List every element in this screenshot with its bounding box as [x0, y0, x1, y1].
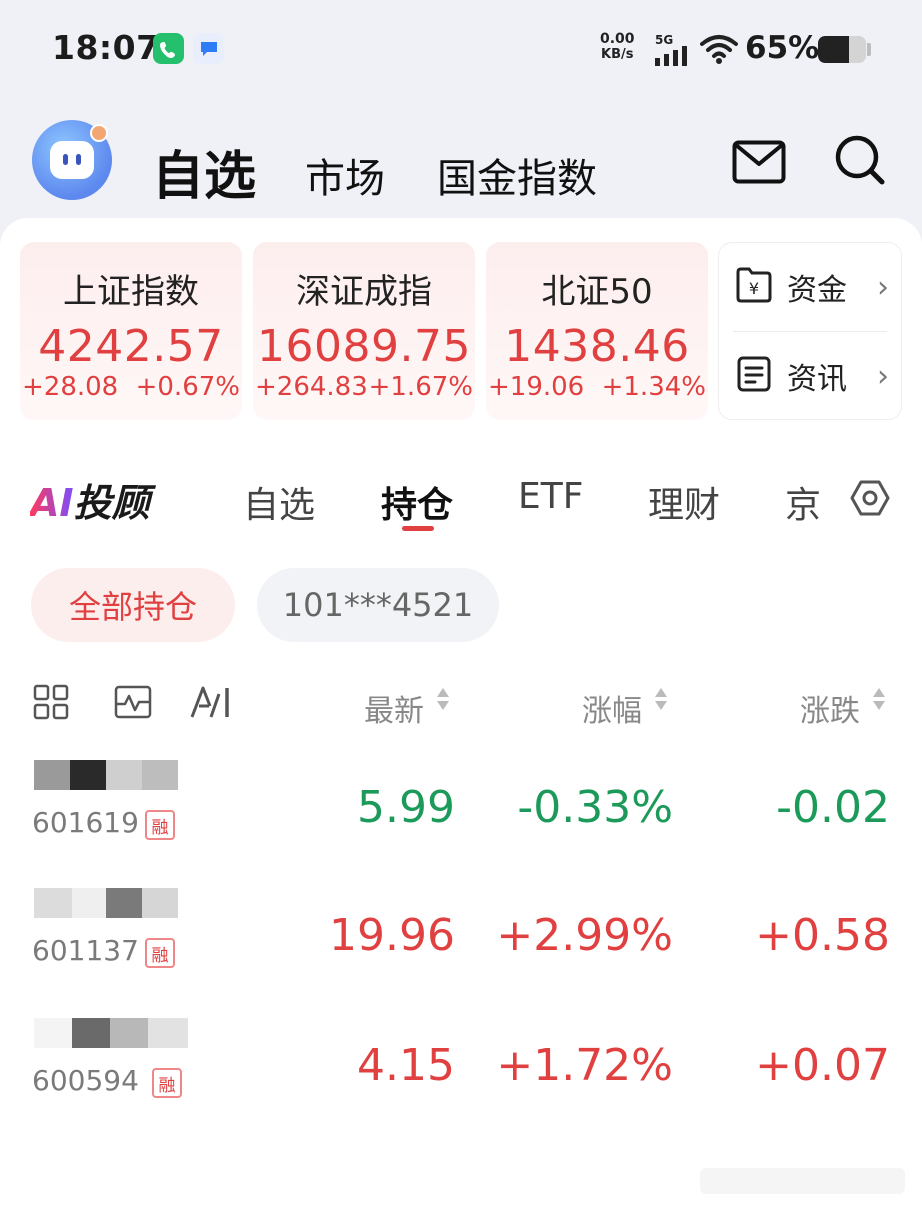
margin-badge: 融 [152, 1068, 182, 1098]
net-speed: 0.00 KB/s [600, 31, 635, 62]
tab-etf[interactable]: ETF [518, 476, 583, 517]
quick-links-card: ¥ 资金 › 资讯 › [718, 242, 902, 420]
app-header: 自选 市场 国金指数 [0, 110, 922, 220]
col-percent[interactable]: 涨幅 [582, 686, 642, 730]
latest-price: 5.99 [357, 782, 455, 833]
tab-zixuan[interactable]: 自选 [243, 476, 315, 528]
table-row[interactable]: 601619 融 5.99 -0.33% -0.02 [0, 760, 922, 880]
ai-advisor-tab[interactable]: AI投顾 [30, 472, 150, 527]
index-change: +264.83 [255, 372, 368, 402]
stock-name-redacted [34, 1018, 194, 1052]
index-card-beizheng50[interactable]: 北证50 1438.46 +19.06 +1.34% [486, 242, 708, 420]
index-change: +28.08 [22, 372, 119, 402]
chevron-right-icon: › [877, 358, 889, 394]
status-bar: 18:07 0.00 KB/s 5G 65% [0, 0, 922, 100]
battery-icon [818, 36, 866, 63]
col-change[interactable]: 涨跌 [800, 686, 860, 730]
index-percent: +1.67% [368, 372, 473, 402]
battery-percent: 65% [745, 30, 820, 66]
change-amount: -0.02 [776, 782, 890, 833]
search-icon[interactable] [834, 134, 886, 190]
stock-code: 601137 [32, 934, 139, 967]
avatar-eye [76, 154, 81, 165]
index-percent: +0.67% [135, 372, 240, 402]
sort-icon[interactable] [873, 688, 885, 710]
settings-hexagon-icon[interactable] [850, 480, 890, 520]
col-latest[interactable]: 最新 [364, 686, 424, 730]
index-value: 1438.46 [504, 321, 690, 372]
message-app-icon [193, 33, 224, 64]
battery-tip [867, 43, 871, 56]
tab-jing[interactable]: 京 [785, 476, 821, 528]
change-amount: +0.07 [755, 1040, 890, 1091]
news-link-label: 资讯 [787, 362, 847, 397]
index-value: 4242.57 [38, 321, 224, 372]
fund-link[interactable]: ¥ 资金 › [719, 243, 903, 331]
avatar[interactable] [32, 120, 112, 200]
mail-icon[interactable] [732, 140, 786, 188]
wifi-icon [700, 33, 738, 69]
avatar-face [50, 141, 94, 179]
fund-link-label: 资金 [787, 273, 847, 308]
fund-icon: ¥ [735, 266, 773, 308]
chevron-right-icon: › [877, 269, 889, 305]
news-icon [735, 355, 773, 397]
index-name: 北证50 [541, 272, 653, 312]
index-value: 16089.75 [257, 321, 471, 372]
ai-logo-text: 投顾 [73, 481, 150, 525]
tab-chicang[interactable]: 持仓 [381, 476, 453, 528]
stock-name-redacted [34, 760, 194, 794]
active-tab-indicator [402, 526, 434, 531]
nav-tab-guojin-index[interactable]: 国金指数 [437, 146, 597, 204]
sort-icon[interactable] [655, 688, 667, 710]
chart-view-icon[interactable] [114, 684, 152, 724]
index-card-shenzhen[interactable]: 深证成指 16089.75 +264.83 +1.67% [253, 242, 475, 420]
news-link[interactable]: 资讯 › [719, 332, 903, 420]
ai-logo-mark: AI [30, 481, 74, 525]
table-header: 最新 涨幅 涨跌 [0, 682, 922, 729]
tab-licai[interactable]: 理财 [648, 476, 720, 528]
phone-app-icon [153, 33, 184, 64]
index-name: 上证指数 [63, 272, 199, 312]
ai-view-icon[interactable] [189, 684, 233, 724]
cell-signal-icon: 5G [655, 34, 691, 70]
avatar-eye [63, 154, 68, 165]
index-card-shanghai[interactable]: 上证指数 4242.57 +28.08 +0.67% [20, 242, 242, 420]
latest-price: 4.15 [357, 1040, 455, 1091]
nav-tab-zixuan[interactable]: 自选 [152, 134, 256, 209]
account-chip[interactable]: 101***4521 [257, 568, 499, 642]
change-percent: +1.72% [496, 1040, 673, 1091]
holdings-tabs: AI投顾 自选 持仓 ETF 理财 京 [0, 470, 922, 531]
avatar-notification-dot [90, 124, 108, 142]
change-amount: +0.58 [755, 910, 890, 961]
index-change: +19.06 [488, 372, 585, 402]
margin-badge: 融 [145, 938, 175, 968]
stock-name-redacted [34, 888, 194, 922]
clock: 18:07 [52, 28, 160, 67]
table-row[interactable]: 601137 融 19.96 +2.99% +0.58 [0, 888, 922, 1008]
index-percent: +1.34% [601, 372, 706, 402]
index-name: 深证成指 [296, 272, 432, 312]
change-percent: +2.99% [496, 910, 673, 961]
latest-price: 19.96 [329, 910, 455, 961]
sort-icon[interactable] [437, 688, 449, 710]
grid-view-icon[interactable] [33, 684, 69, 724]
svg-text:¥: ¥ [749, 279, 759, 298]
nav-tab-shichang[interactable]: 市场 [305, 146, 385, 204]
margin-badge: 融 [145, 810, 175, 840]
watermark-redacted [700, 1168, 905, 1194]
stock-code: 600594 [32, 1064, 139, 1097]
change-percent: -0.33% [517, 782, 673, 833]
all-holdings-chip[interactable]: 全部持仓 [31, 568, 235, 642]
stock-code: 601619 [32, 806, 139, 839]
table-row[interactable]: 600594 融 4.15 +1.72% +0.07 [0, 1018, 922, 1138]
